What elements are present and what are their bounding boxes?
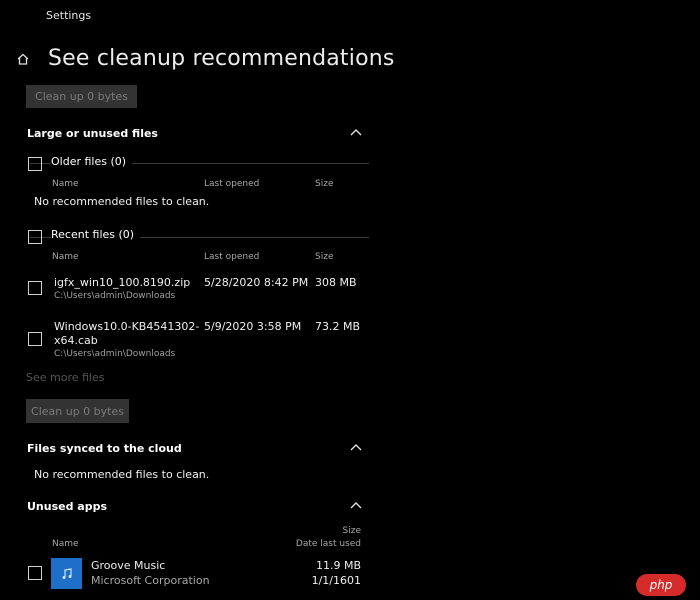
page-title: See cleanup recommendations (48, 46, 395, 71)
older-col-size[interactable]: Size (315, 179, 333, 189)
file-path: C:\Users\admin\Downloads (54, 291, 176, 301)
file-size: 73.2 MB (315, 320, 361, 333)
file-row-checkbox[interactable] (28, 281, 42, 295)
apps-col-name[interactable]: Name (52, 539, 79, 549)
older-empty-text: No recommended files to clean. (34, 195, 210, 208)
file-name-line2: x64.cab (54, 334, 98, 347)
see-more-files-link[interactable]: See more files (26, 371, 105, 384)
file-row[interactable]: igfx_win10_100.8190.zip C:\Users\admin\D… (0, 272, 370, 306)
older-col-name[interactable]: Name (52, 179, 79, 189)
recent-files-checkbox[interactable] (28, 230, 42, 244)
file-row-checkbox[interactable] (28, 332, 42, 346)
chevron-up-icon[interactable] (350, 501, 362, 509)
app-name: Groove Music (91, 559, 166, 572)
section-large-unused-title: Large or unused files (27, 127, 158, 140)
window-title: Settings (46, 9, 92, 22)
clean-up-top-button[interactable]: Clean up 0 bytes (26, 85, 137, 108)
older-col-last-opened[interactable]: Last opened (204, 179, 259, 189)
app-publisher: Microsoft Corporation (91, 574, 210, 587)
app-row-checkbox[interactable] (28, 566, 42, 580)
section-cloud-title: Files synced to the cloud (27, 442, 182, 455)
file-row[interactable]: Windows10.0-KB4541302- x64.cab C:\Users\… (0, 316, 370, 362)
cloud-empty-text: No recommended files to clean. (34, 468, 210, 481)
php-watermark-logo: php (636, 574, 686, 596)
chevron-up-icon[interactable] (350, 443, 362, 451)
home-icon[interactable] (16, 52, 30, 66)
recent-col-last-opened[interactable]: Last opened (204, 252, 259, 262)
recent-files-label: Recent files (0) (51, 228, 141, 241)
section-unused-apps-title: Unused apps (27, 500, 108, 513)
groove-music-app-icon (51, 558, 82, 589)
apps-col-date-last-used[interactable]: Date last used (280, 539, 361, 549)
apps-col-size[interactable]: Size (290, 526, 361, 536)
file-size: 308 MB (315, 276, 357, 289)
recent-col-size[interactable]: Size (315, 252, 333, 262)
file-last-opened: 5/28/2020 8:42 PM (204, 276, 309, 289)
app-row[interactable]: Groove Music Microsoft Corporation 11.9 … (0, 556, 370, 592)
app-date-last-used: 1/1/1601 (311, 574, 361, 587)
file-name: Windows10.0-KB4541302- (54, 320, 200, 333)
file-path: C:\Users\admin\Downloads (54, 349, 176, 359)
file-last-opened: 5/9/2020 3:58 PM (204, 320, 302, 333)
older-files-label: Older files (0) (51, 155, 133, 168)
music-note-icon (62, 567, 72, 579)
clean-up-large-button[interactable]: Clean up 0 bytes (26, 399, 129, 423)
chevron-up-icon[interactable] (350, 128, 362, 136)
older-files-checkbox[interactable] (28, 157, 42, 171)
recent-col-name[interactable]: Name (52, 252, 79, 262)
app-size: 11.9 MB (315, 559, 361, 572)
file-name: igfx_win10_100.8190.zip (54, 276, 191, 289)
